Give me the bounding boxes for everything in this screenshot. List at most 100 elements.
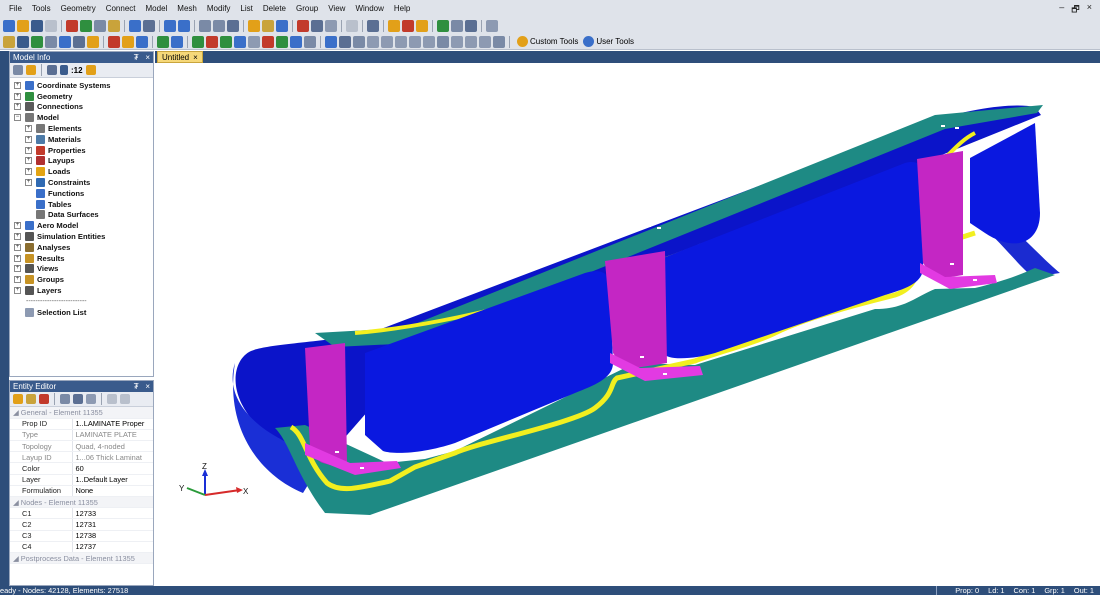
import-icon[interactable]: [120, 394, 130, 404]
tree-item-connections[interactable]: + Connections: [10, 102, 153, 113]
expand-icon[interactable]: +: [25, 146, 32, 154]
secondary-tool-17-icon[interactable]: [262, 35, 274, 48]
user-tools-button[interactable]: User Tools: [583, 36, 634, 47]
tree-item-views[interactable]: + Views: [10, 264, 153, 275]
select-icon[interactable]: [39, 394, 49, 404]
tree-item-constraints[interactable]: + Constraints: [10, 177, 153, 188]
tree-item-materials[interactable]: + Materials: [10, 134, 153, 145]
close-icon[interactable]: ×: [145, 53, 150, 62]
expand-icon[interactable]: +: [14, 287, 21, 295]
secondary-tool-31-icon[interactable]: [465, 35, 477, 48]
secondary-tool-11-icon[interactable]: [171, 35, 183, 48]
main-tool-16-icon[interactable]: [262, 20, 274, 32]
categorized-icon[interactable]: [60, 394, 70, 404]
tree-item-analyses[interactable]: + Analyses: [10, 242, 153, 253]
secondary-tool-22-icon[interactable]: [339, 35, 351, 48]
menu-mesh[interactable]: Mesh: [172, 0, 202, 18]
property-row[interactable]: Type LAMINATE PLATE: [10, 429, 153, 442]
custom-tools-button[interactable]: Custom Tools: [517, 36, 578, 47]
clipboard-icon[interactable]: [26, 394, 36, 404]
menu-view[interactable]: View: [323, 0, 350, 18]
minimize-button[interactable]: –: [1059, 2, 1064, 18]
expand-icon[interactable]: +: [14, 92, 21, 100]
secondary-tool-16-icon[interactable]: [248, 35, 260, 48]
secondary-tool-29-icon[interactable]: [437, 35, 449, 48]
menu-list[interactable]: List: [235, 0, 257, 18]
menu-connect[interactable]: Connect: [101, 0, 141, 18]
secondary-tool-28-icon[interactable]: [423, 35, 435, 48]
secondary-tool-27-icon[interactable]: [409, 35, 421, 48]
main-tool-20-icon[interactable]: [325, 20, 337, 32]
property-section-header[interactable]: ◢ Nodes - Element 11355: [10, 496, 153, 509]
expand-icon[interactable]: +: [14, 103, 21, 111]
main-tool-3-icon[interactable]: [45, 20, 57, 32]
main-tool-9-icon[interactable]: [143, 20, 155, 32]
tree-item-data-surfaces[interactable]: Data Surfaces: [10, 210, 153, 221]
secondary-tool-7-icon[interactable]: [108, 35, 120, 48]
main-tool-6-icon[interactable]: [94, 20, 106, 32]
property-row[interactable]: Color 60: [10, 462, 153, 475]
main-tool-19-icon[interactable]: [311, 20, 323, 32]
main-tool-22-icon[interactable]: [367, 20, 379, 32]
document-tab-untitled[interactable]: Untitled ×: [157, 51, 203, 63]
property-value[interactable]: 12737: [71, 541, 153, 553]
secondary-tool-15-icon[interactable]: [234, 35, 246, 48]
pin-icon[interactable]: ₮: [134, 53, 139, 62]
property-row[interactable]: C2 12731: [10, 518, 153, 531]
secondary-tool-23-icon[interactable]: [353, 35, 365, 48]
menu-help[interactable]: Help: [389, 0, 415, 18]
close-icon[interactable]: ×: [145, 382, 150, 391]
secondary-tool-2-icon[interactable]: [31, 35, 43, 48]
property-row[interactable]: Topology Quad, 4-noded: [10, 440, 153, 453]
close-window-button[interactable]: ×: [1087, 2, 1092, 18]
property-value[interactable]: 1..Default Layer: [71, 474, 153, 486]
main-tool-7-icon[interactable]: [108, 20, 120, 32]
secondary-tool-5-icon[interactable]: [73, 35, 85, 48]
secondary-tool-10-icon[interactable]: [157, 35, 169, 48]
main-tool-21-icon[interactable]: [346, 20, 358, 32]
main-tool-2-icon[interactable]: [31, 20, 43, 32]
model-tree-icon[interactable]: [26, 65, 36, 75]
collapse-arrow-icon[interactable]: ◢: [13, 408, 21, 417]
tree-item-geometry[interactable]: + Geometry: [10, 91, 153, 102]
main-tool-12-icon[interactable]: [199, 20, 211, 32]
tree-item-loads[interactable]: + Loads: [10, 166, 153, 177]
property-row[interactable]: Layup ID 1...06 Thick Laminat: [10, 451, 153, 464]
tree-item-coordinate-systems[interactable]: + Coordinate Systems: [10, 80, 153, 91]
tree-item-layups[interactable]: + Layups: [10, 156, 153, 167]
main-tool-10-icon[interactable]: [164, 20, 176, 32]
collapse-icon[interactable]: −: [14, 114, 21, 122]
main-tool-24-icon[interactable]: [402, 20, 414, 32]
tree-item-simulation-entities[interactable]: + Simulation Entities: [10, 231, 153, 242]
menu-tools[interactable]: Tools: [27, 0, 56, 18]
main-tool-1-icon[interactable]: [17, 20, 29, 32]
menu-window[interactable]: Window: [350, 0, 388, 18]
restore-button[interactable]: 🗗: [1071, 2, 1079, 18]
main-tool-29-icon[interactable]: [486, 20, 498, 32]
number-icon[interactable]: [60, 65, 68, 75]
main-tool-15-icon[interactable]: [248, 20, 260, 32]
main-tool-18-icon[interactable]: [297, 20, 309, 32]
expand-icon[interactable]: +: [14, 254, 21, 262]
menu-delete[interactable]: Delete: [258, 0, 291, 18]
menu-group[interactable]: Group: [291, 0, 323, 18]
graphics-viewport[interactable]: Z X Y: [155, 63, 1100, 586]
main-tool-27-icon[interactable]: [451, 20, 463, 32]
lock-icon[interactable]: [13, 394, 23, 404]
property-value[interactable]: 12738: [71, 530, 153, 542]
secondary-tool-4-icon[interactable]: [59, 35, 71, 48]
property-row[interactable]: C4 12737: [10, 541, 153, 553]
secondary-tool-25-icon[interactable]: [381, 35, 393, 48]
expand-icon[interactable]: +: [25, 135, 32, 143]
tree-item-elements[interactable]: + Elements: [10, 123, 153, 134]
secondary-tool-9-icon[interactable]: [136, 35, 148, 48]
menu-model[interactable]: Model: [141, 0, 173, 18]
secondary-tool-18-icon[interactable]: [276, 35, 288, 48]
close-tab-icon[interactable]: ×: [193, 52, 198, 62]
collapse-arrow-icon[interactable]: ◢: [13, 498, 21, 507]
expand-icon[interactable]: +: [14, 233, 21, 241]
pin-icon[interactable]: ₮: [134, 382, 139, 391]
secondary-tool-19-icon[interactable]: [290, 35, 302, 48]
expand-icon[interactable]: +: [14, 222, 21, 230]
expand-icon[interactable]: +: [14, 81, 21, 89]
